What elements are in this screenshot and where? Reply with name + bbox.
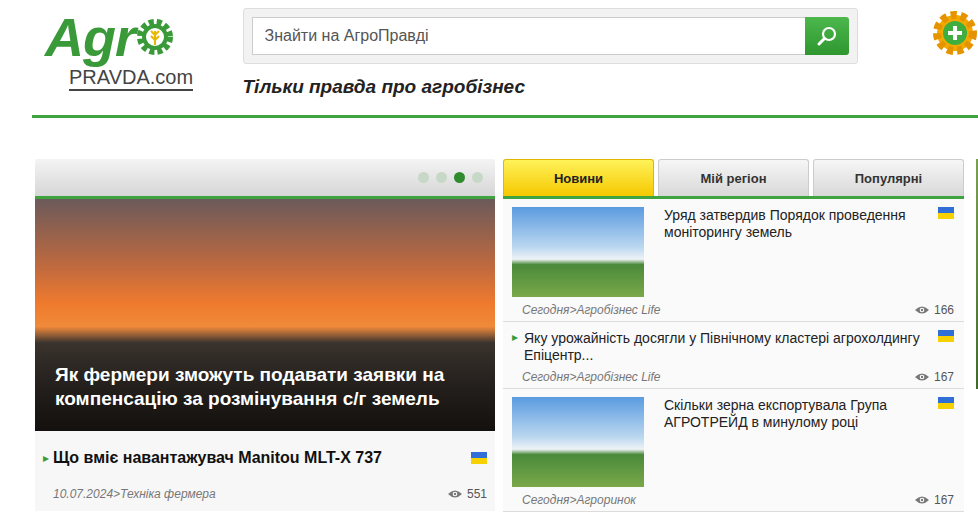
gear-o-icon (135, 17, 175, 57)
news-title[interactable]: Скільки зерна експортувала Група АГРОТРЕ… (664, 397, 924, 431)
ukraine-flag-icon (471, 452, 487, 464)
news-photo[interactable] (512, 207, 644, 297)
slider-dot[interactable] (472, 172, 483, 183)
search-button[interactable] (805, 17, 849, 55)
side-banner[interactable] (976, 159, 978, 389)
header: AgrPRAVDA.comТільки правда про агробізне… (0, 0, 978, 98)
tab-bar: НовиниМій регіонПопулярні (503, 159, 964, 196)
news-meta: Сегодня>Агробізнес Life (522, 370, 661, 384)
tagline: Тільки правда про агробізнес (243, 76, 858, 98)
eye-icon (914, 495, 930, 505)
featured-item[interactable]: ▸ Що вміє навантажувач Manitou MLT-X 737 1… (35, 431, 495, 511)
news-panel: НовиниМій регіонПопулярні Уряд затвердив … (503, 159, 964, 512)
news-title[interactable]: Уряд затвердив Порядок проведення моніто… (664, 207, 924, 241)
tab[interactable]: Новини (503, 159, 654, 196)
featured-meta: 10.07.2024>Техніка фермера (53, 487, 216, 501)
news-title[interactable]: Яку урожайність досягли у Північному кла… (524, 330, 924, 364)
view-count: 551 (447, 487, 487, 501)
tab[interactable]: Популярні (813, 159, 964, 196)
eye-icon (914, 372, 930, 382)
news-item[interactable]: Скільки зерна експортувала Група АГРОТРЕ… (503, 389, 964, 512)
ukraine-flag-icon (938, 397, 954, 409)
slider-dot[interactable] (418, 172, 429, 183)
slider-bar (35, 159, 495, 196)
magnifier-icon (816, 25, 838, 47)
news-list: Уряд затвердив Порядок проведення моніто… (503, 199, 964, 512)
bullet-icon: ▸ (43, 451, 49, 465)
slider-dot[interactable] (436, 172, 447, 183)
tab[interactable]: Мій регіон (658, 159, 809, 196)
ukraine-flag-icon (938, 207, 954, 219)
news-photo[interactable] (512, 397, 644, 487)
content: Як фермери зможуть подавати заявки на ко… (0, 159, 978, 512)
featured-title[interactable]: Що вміє навантажувач Manitou MLT-X 737 (53, 449, 459, 467)
slide-photo[interactable]: Як фермери зможуть подавати заявки на ко… (35, 199, 495, 431)
news-item[interactable]: Уряд затвердив Порядок проведення моніто… (503, 199, 964, 322)
search-bar (243, 8, 858, 64)
bullet-icon: ▸ (512, 330, 518, 344)
header-divider (32, 115, 978, 118)
news-meta: Сегодня>Агроринок (522, 493, 636, 507)
search-input[interactable] (252, 17, 805, 55)
eye-icon (447, 489, 463, 499)
eye-icon (914, 305, 930, 315)
slider-dot[interactable] (454, 172, 465, 183)
add-gear-icon[interactable] (932, 10, 978, 56)
slider-panel: Як фермери зможуть подавати заявки на ко… (35, 159, 495, 511)
logo[interactable]: AgrPRAVDA.com (45, 8, 243, 91)
view-count: 166 (914, 303, 954, 317)
slide-caption[interactable]: Як фермери зможуть подавати заявки на ко… (35, 335, 495, 431)
view-count: 167 (914, 370, 954, 384)
page: AgrPRAVDA.comТільки правда про агробізне… (0, 0, 978, 531)
view-count: 167 (914, 493, 954, 507)
news-meta: Сегодня>Агробізнес Life (522, 303, 661, 317)
logo-subtitle[interactable]: PRAVDA.com (69, 66, 193, 91)
news-item[interactable]: ▸ Яку урожайність досягли у Північному кл… (503, 322, 964, 389)
logo-text[interactable]: Agr (45, 8, 135, 66)
ukraine-flag-icon (938, 330, 954, 342)
